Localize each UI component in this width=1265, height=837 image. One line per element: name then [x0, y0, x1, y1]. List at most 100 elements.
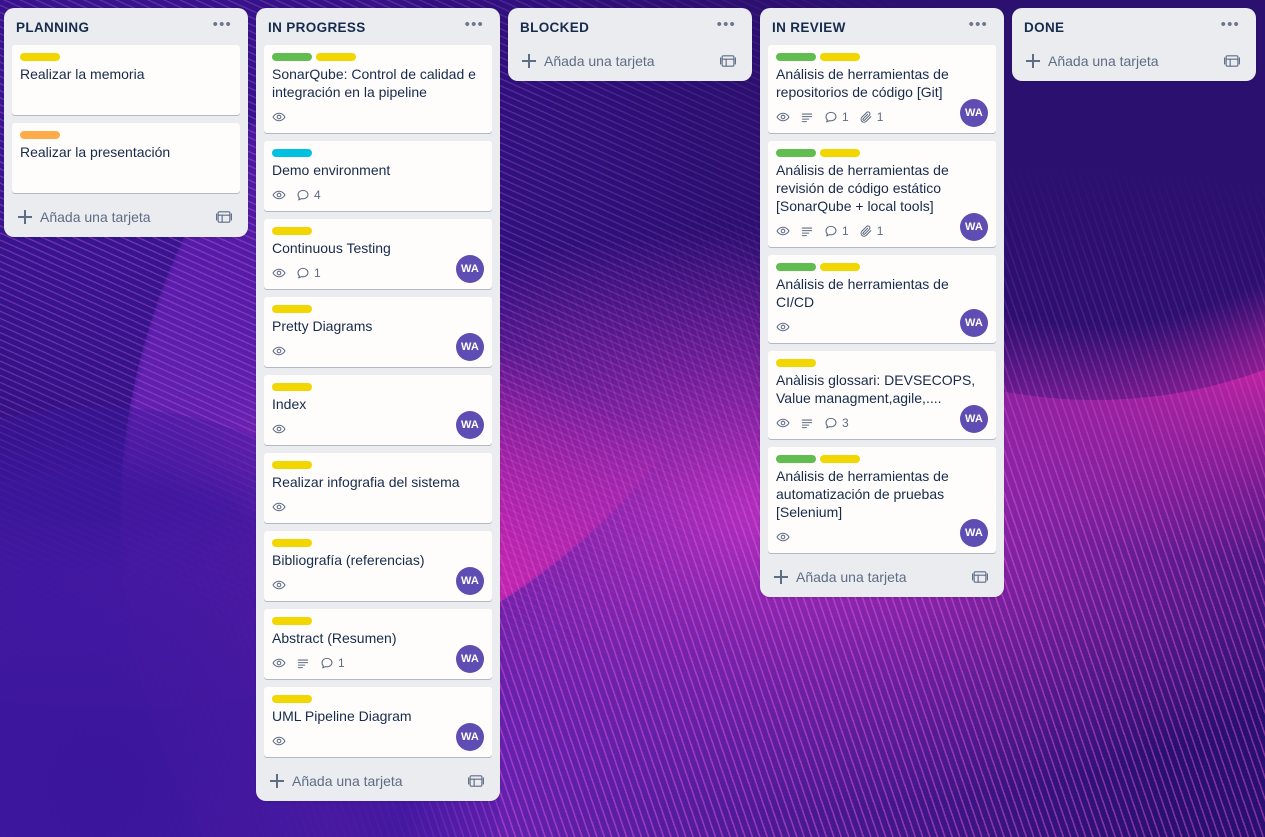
card[interactable]: Análisis de herramientas de repositorios…: [768, 45, 996, 133]
add-card-label: Añada una tarjeta: [544, 53, 655, 69]
add-card-button[interactable]: Añada una tarjeta: [516, 45, 744, 77]
add-card-button[interactable]: Añada una tarjeta: [264, 765, 492, 797]
card-labels: [20, 53, 232, 61]
card-labels: [272, 227, 484, 235]
list-actions-button[interactable]: •••: [713, 17, 740, 37]
card-label-chip[interactable]: [20, 53, 60, 61]
card[interactable]: Realizar la presentación: [12, 123, 240, 193]
card-label-chip[interactable]: [272, 305, 312, 313]
add-card-label: Añada una tarjeta: [1048, 53, 1159, 69]
add-card-label-group: Añada una tarjeta: [18, 209, 151, 225]
list-actions-button[interactable]: •••: [461, 17, 488, 37]
card[interactable]: SonarQube: Control de calidad e integrac…: [264, 45, 492, 133]
card[interactable]: Análisis de herramientas de automatizaci…: [768, 447, 996, 553]
list-actions-button[interactable]: •••: [209, 17, 236, 37]
list-title: DONE: [1024, 19, 1065, 35]
avatar[interactable]: WA: [960, 405, 988, 433]
card-label-chip[interactable]: [272, 227, 312, 235]
plus-icon: [774, 570, 788, 584]
card-label-chip[interactable]: [272, 383, 312, 391]
avatar[interactable]: WA: [456, 645, 484, 673]
card-badges: [20, 89, 232, 109]
card-labels: [20, 131, 232, 139]
card[interactable]: Anàlisis glossari: DEVSECOPS, Value mana…: [768, 351, 996, 439]
card-label-chip[interactable]: [272, 149, 312, 157]
card-label-chip[interactable]: [776, 263, 816, 271]
avatar[interactable]: WA: [456, 723, 484, 751]
watch-icon: [776, 320, 790, 334]
plus-icon: [270, 774, 284, 788]
list-actions-button[interactable]: •••: [965, 17, 992, 37]
avatar[interactable]: WA: [456, 411, 484, 439]
card-label-chip[interactable]: [820, 455, 860, 463]
card-title: Realizar la presentación: [20, 144, 171, 160]
card-label-chip[interactable]: [820, 263, 860, 271]
card-labels: [776, 149, 988, 157]
avatar[interactable]: WA: [456, 567, 484, 595]
card-label-chip[interactable]: [316, 53, 356, 61]
card-badges: [272, 497, 484, 517]
card-label-chip[interactable]: [776, 455, 816, 463]
card[interactable]: Abstract (Resumen) 1 WA: [264, 609, 492, 679]
card-label-chip[interactable]: [776, 149, 816, 157]
avatar[interactable]: WA: [960, 519, 988, 547]
card-badges: [20, 167, 232, 187]
list-blocked: BLOCKED ••• Añada una tarjeta: [508, 8, 752, 81]
card-template-icon[interactable]: [1224, 53, 1240, 69]
card-badges: [776, 527, 988, 547]
card[interactable]: UML Pipeline Diagram WA: [264, 687, 492, 757]
card[interactable]: Realizar la memoria: [12, 45, 240, 115]
avatar[interactable]: WA: [456, 255, 484, 283]
card-template-icon[interactable]: [468, 773, 484, 789]
card-label-chip[interactable]: [776, 359, 816, 367]
card[interactable]: Realizar infografia del sistema: [264, 453, 492, 523]
attachment-badge: 1: [859, 224, 883, 238]
card-label-chip[interactable]: [776, 53, 816, 61]
avatar[interactable]: WA: [960, 309, 988, 337]
comment-badge-count: 3: [842, 416, 849, 430]
avatar[interactable]: WA: [456, 333, 484, 361]
avatar[interactable]: WA: [960, 213, 988, 241]
card[interactable]: Continuous Testing 1 WA: [264, 219, 492, 289]
card-list: Realizar la memoria Realizar la presentac…: [8, 45, 244, 201]
card[interactable]: Demo environment 4: [264, 141, 492, 211]
card[interactable]: Análisis de herramientas de CI/CD WA: [768, 255, 996, 343]
card-label-chip[interactable]: [820, 149, 860, 157]
add-card-button[interactable]: Añada una tarjeta: [768, 561, 996, 593]
list-header: DONE •••: [1016, 8, 1252, 45]
card[interactable]: Bibliografía (referencias) WA: [264, 531, 492, 601]
card-label-chip[interactable]: [272, 53, 312, 61]
kanban-board: PLANNING ••• Realizar la memoria Realizar l…: [0, 0, 1265, 837]
card-label-chip[interactable]: [20, 131, 60, 139]
card-label-chip[interactable]: [820, 53, 860, 61]
add-card-button[interactable]: Añada una tarjeta: [1020, 45, 1248, 77]
comment-badge-count: 1: [314, 266, 321, 280]
card-title: Análisis de herramientas de repositorios…: [776, 66, 949, 100]
card-label-chip[interactable]: [272, 461, 312, 469]
add-card-button[interactable]: Añada una tarjeta: [12, 201, 240, 233]
list-title: BLOCKED: [520, 19, 590, 35]
card-badges: [776, 317, 988, 337]
card-title: Bibliografía (referencias): [272, 552, 425, 568]
card-template-icon[interactable]: [216, 209, 232, 225]
list-header: BLOCKED •••: [512, 8, 748, 45]
card-template-icon[interactable]: [972, 569, 988, 585]
card-badges: 11: [776, 221, 988, 241]
card-badges: 4: [272, 185, 484, 205]
description-icon: [800, 416, 814, 430]
card-label-chip[interactable]: [272, 695, 312, 703]
card[interactable]: Análisis de herramientas de revisión de …: [768, 141, 996, 247]
card-template-icon[interactable]: [720, 53, 736, 69]
list-actions-button[interactable]: •••: [1217, 17, 1244, 37]
comment-badge: 1: [320, 656, 345, 670]
card-labels: [776, 359, 988, 367]
card-title: Análisis de herramientas de revisión de …: [776, 162, 949, 214]
card-label-chip[interactable]: [272, 617, 312, 625]
card-list: Análisis de herramientas de repositorios…: [764, 45, 1000, 561]
card-label-chip[interactable]: [272, 539, 312, 547]
watch-icon: [272, 266, 286, 280]
avatar[interactable]: WA: [960, 99, 988, 127]
card[interactable]: Pretty Diagrams WA: [264, 297, 492, 367]
card[interactable]: Index WA: [264, 375, 492, 445]
card-labels: [272, 383, 484, 391]
